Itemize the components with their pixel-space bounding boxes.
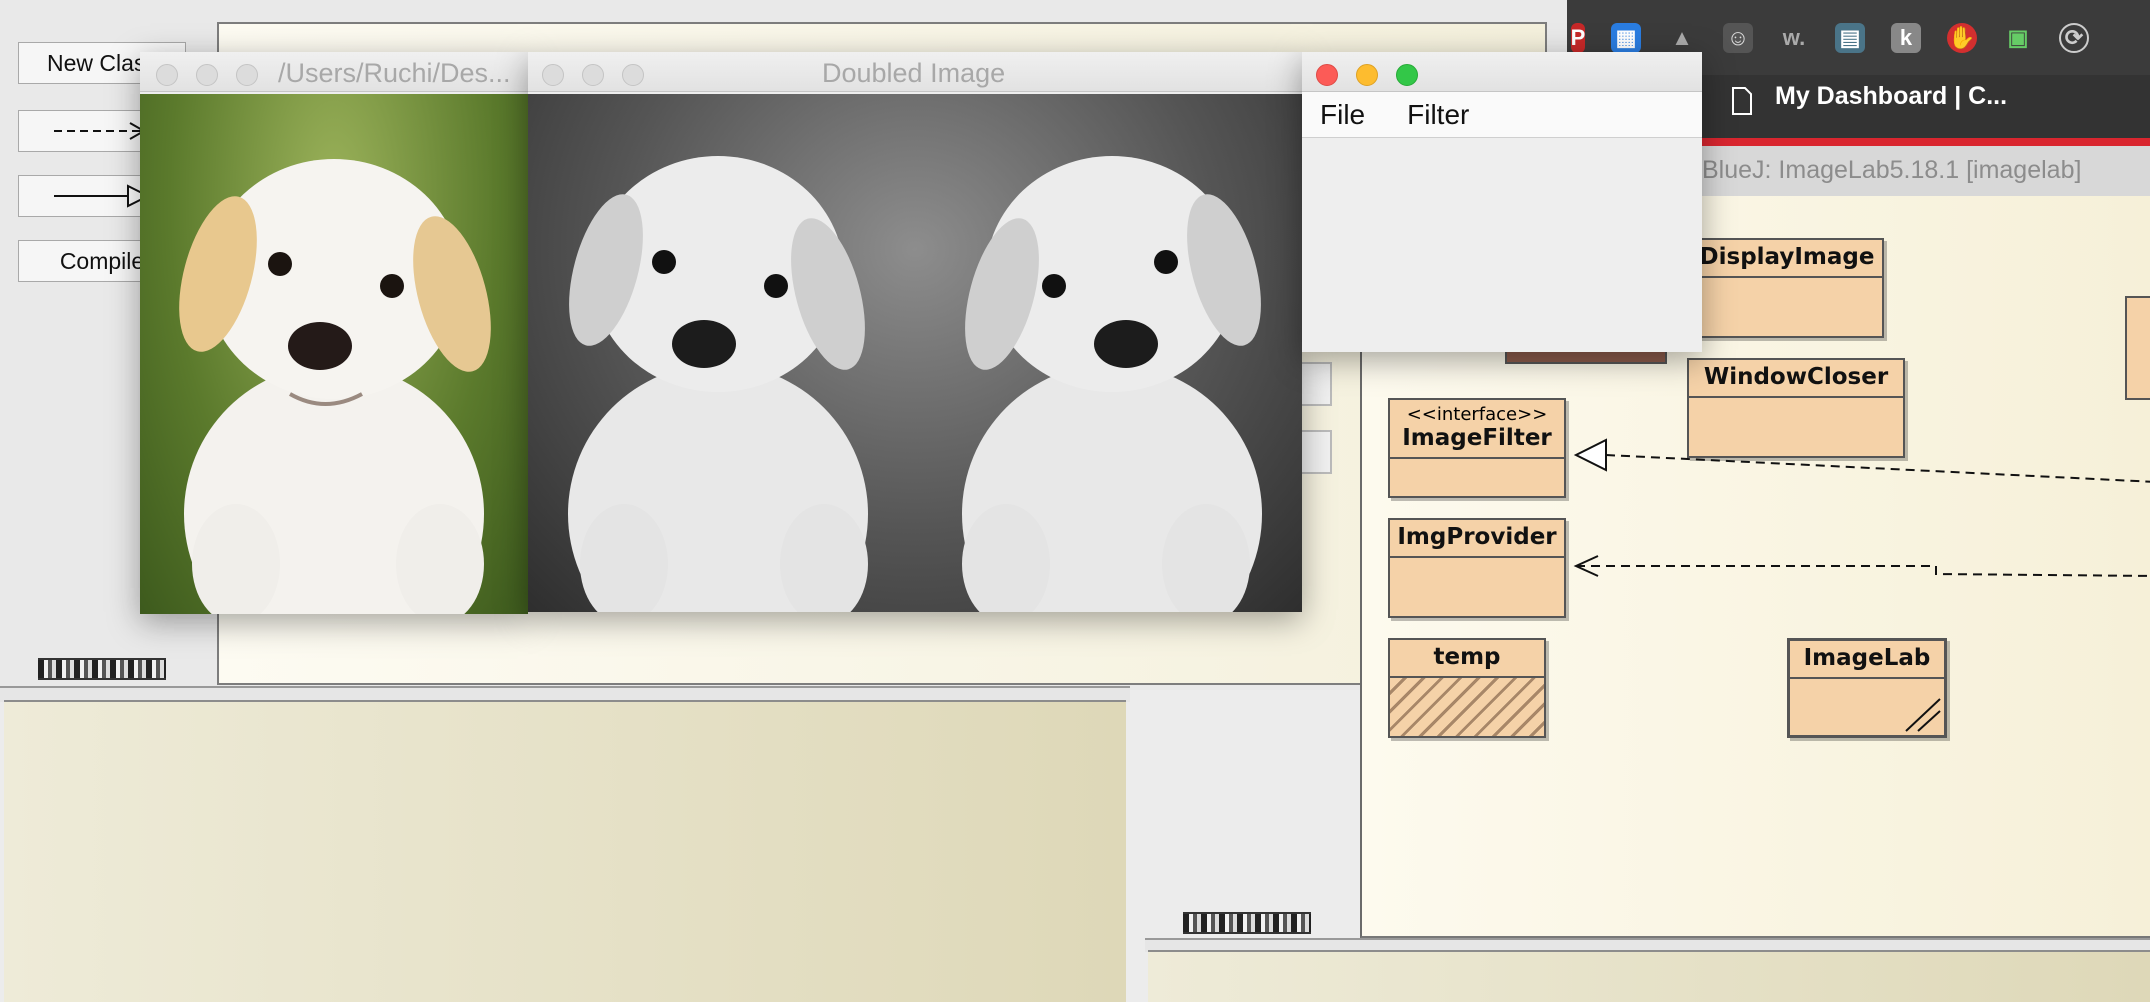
w-icon[interactable]: w. [1779,23,1809,53]
puppy-photo [140,94,528,614]
puppy-illustration [179,159,491,614]
k-icon[interactable]: k [1891,22,1921,53]
window-title: Doubled Image [822,58,1006,88]
original-image-window[interactable]: /Users/Ruchi/Des... [140,52,528,614]
menu-bar: File Filter [1302,92,1702,138]
progress-indicator-right [1183,912,1311,934]
drive-files-icon[interactable]: ▦ [1611,22,1641,53]
stop-hand-icon[interactable]: ✋ [1947,22,1977,53]
class-name: DisplayImage [1692,240,1882,278]
class-name: ImageLab [1790,641,1944,679]
class-stereotype: <<interface>> [1406,404,1548,425]
terminal-panel-right [1148,950,2150,1002]
zoom-button[interactable] [622,64,644,86]
dependency-arrows [1573,438,2150,577]
close-button[interactable] [1316,64,1338,86]
refresh-icon[interactable]: ⟳ [2059,22,2089,53]
minimize-button[interactable] [196,64,218,86]
class-name: temp [1390,640,1544,678]
progress-indicator [38,658,166,680]
menu-file[interactable]: File [1320,99,1365,131]
class-displayimage[interactable]: DisplayImage [1690,238,1884,338]
screen-icon[interactable]: ▣ [2003,23,2033,53]
ghost-icon[interactable]: ☺ [1723,22,1753,53]
menu-filter[interactable]: Filter [1407,99,1469,131]
puppy-left [568,156,868,612]
doubled-grayscale-image [528,94,1302,612]
window-titlebar[interactable]: Doubled Image [528,52,1302,92]
class-imgprovider[interactable]: ImgProvider [1388,518,1566,618]
dashed-arrow-icon [54,122,147,140]
close-button[interactable] [156,64,178,86]
terminal-panel-left [4,700,1126,1002]
browser-tab-title[interactable]: My Dashboard | C... [1775,82,2007,111]
hidden-field [1300,362,1332,406]
google-drive-icon[interactable]: ▲ [1667,23,1697,53]
class-offscreen[interactable] [2125,296,2150,400]
minimize-button[interactable] [1356,64,1378,86]
window-title: /Users/Ruchi/Des... [278,58,511,88]
class-imagelab[interactable]: ImageLab [1787,638,1947,738]
minimize-button[interactable] [582,64,604,86]
hidden-field [1300,430,1332,474]
close-button[interactable] [542,64,564,86]
document-icon [1732,87,1752,115]
class-name: WindowCloser [1689,360,1903,398]
mirrored-puppies [568,156,1262,612]
window-titlebar[interactable]: /Users/Ruchi/Des... [140,52,528,92]
class-temp[interactable]: temp [1388,638,1546,738]
imagelab-menu-window[interactable]: File Filter [1302,52,1702,352]
zoom-button[interactable] [236,64,258,86]
window-titlebar[interactable] [1302,52,1702,92]
applet-corner-icon [1905,698,1941,732]
doubled-image-window[interactable]: Doubled Image [528,52,1302,612]
calendar-icon[interactable]: ▤ [1835,22,1865,53]
class-name: ImgProvider [1390,520,1564,558]
puppy-right [962,156,1262,612]
solid-arrow-icon [54,184,151,208]
class-imagefilter[interactable]: <<interface>> ImageFilter [1388,398,1566,498]
p-icon[interactable]: P [1571,22,1585,53]
zoom-button[interactable] [1396,64,1418,86]
class-name: ImageFilter [1390,425,1564,459]
